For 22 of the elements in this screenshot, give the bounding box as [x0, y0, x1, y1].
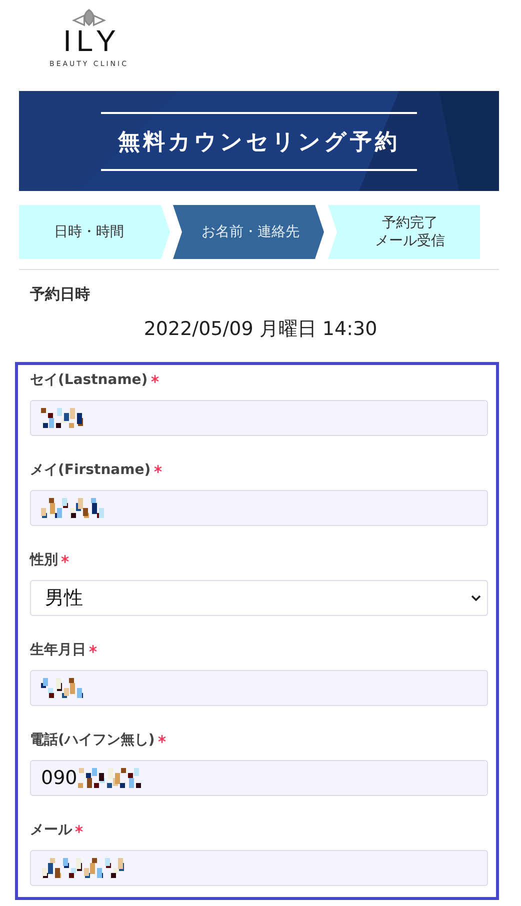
chevron-down-icon — [471, 595, 481, 601]
step-label: 予約完了 — [382, 214, 438, 232]
field-label: メイ(Firstname) — [30, 461, 151, 479]
input-field[interactable] — [30, 400, 488, 436]
field-label: メール — [30, 821, 72, 839]
input-field[interactable] — [30, 670, 488, 706]
field-label: 電話(ハイフン無し) — [30, 731, 155, 749]
banner-title: 無料カウンセリング予約 — [118, 128, 400, 156]
select-field[interactable]: 男性 — [30, 580, 488, 616]
input-field[interactable] — [30, 490, 488, 526]
reservation-datetime: 2022/05/09 月曜日 14:30 — [142, 317, 378, 342]
step-label: お名前・連絡先 — [202, 223, 300, 241]
input-field[interactable] — [30, 850, 488, 886]
step-label: 日時・時間 — [54, 223, 124, 241]
field-label: 生年月日 — [30, 641, 86, 659]
field-label: 性別 — [30, 551, 58, 569]
lotus-icon — [70, 8, 108, 27]
field-label: セイ(Lastname) — [30, 371, 148, 389]
input-field[interactable]: 090 — [30, 760, 488, 796]
logo-wordmark: ILY — [63, 27, 121, 57]
section-label: 予約日時 — [30, 285, 91, 304]
step-label: メール受信 — [375, 232, 445, 250]
